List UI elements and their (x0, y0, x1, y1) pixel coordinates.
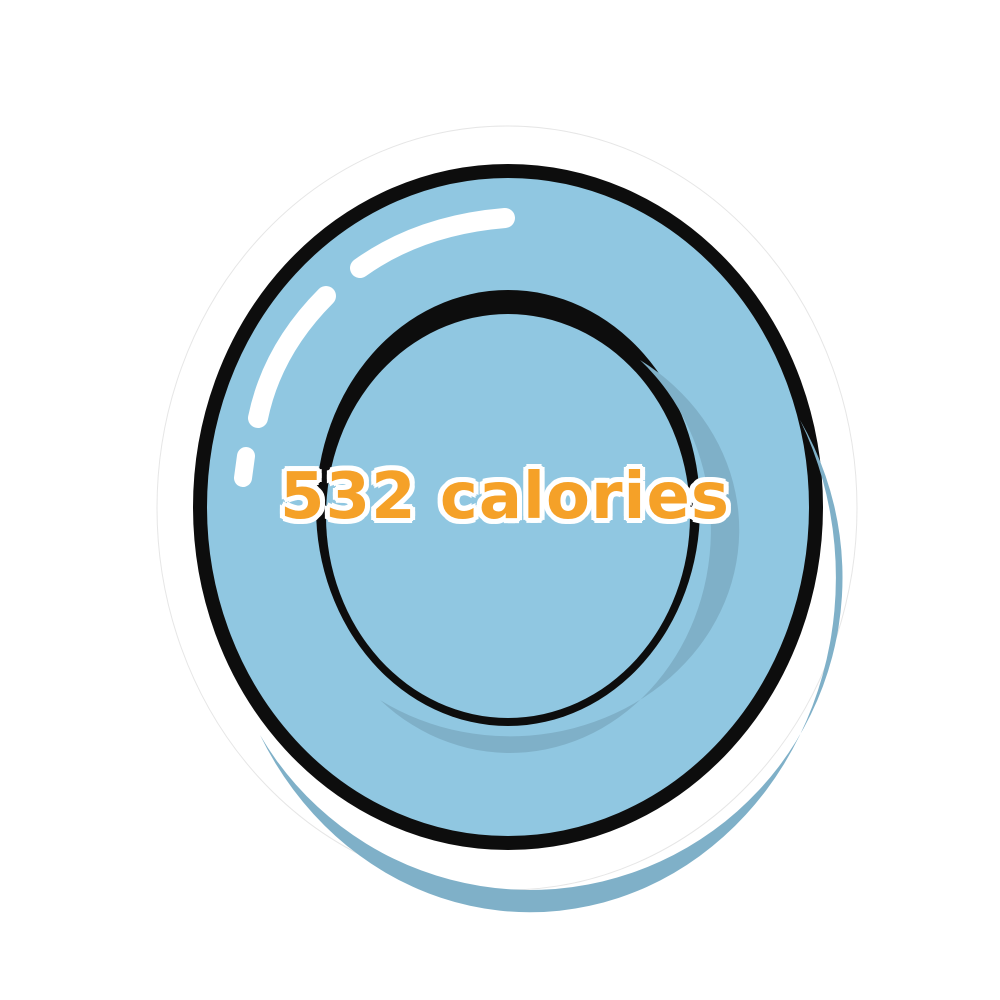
sticker: 532 calories (0, 0, 1000, 1000)
calorie-label: 532 calories (280, 460, 730, 534)
